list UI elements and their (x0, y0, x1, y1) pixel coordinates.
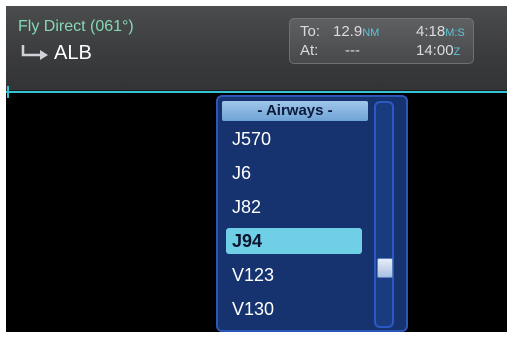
destination-waypoint[interactable]: ALB (54, 42, 92, 64)
distance-unit: NM (362, 27, 380, 39)
nav-info-box: To: 12.9NM 4:18M:S At: --- 14:00Z (289, 18, 474, 64)
time-value: 14:00 (416, 42, 454, 59)
ete-unit: M:S (445, 27, 465, 39)
nav-display: Fly Direct (061°) ALB To: 12.9NM 4:18M:S… (6, 6, 507, 332)
scrollbar-thumb[interactable] (377, 258, 393, 278)
course-line (6, 91, 507, 93)
fly-direct-header: Fly Direct (061°) ALB To: 12.9NM 4:18M:S… (6, 6, 507, 91)
airway-option-selected[interactable]: J94 (226, 228, 362, 254)
at-value: --- (345, 42, 360, 59)
ete-value-group: 4:18M:S (416, 23, 465, 42)
direct-to-arrow-icon (20, 44, 50, 62)
time-unit: Z (453, 46, 461, 58)
airway-option[interactable]: J570 (232, 126, 368, 152)
ete-value: 4:18 (416, 23, 446, 40)
fly-direct-title: Fly Direct (061°) (18, 18, 134, 35)
airway-option[interactable]: V130 (232, 296, 368, 322)
distance-value-group: 12.9NM (333, 23, 379, 42)
dropdown-scrollbar[interactable] (374, 101, 394, 328)
distance-row: To: 12.9NM 4:18M:S (300, 23, 470, 41)
airways-dropdown-header: - Airways - (222, 101, 368, 121)
distance-value: 12.9 (333, 23, 363, 40)
airway-option[interactable]: V123 (232, 262, 368, 288)
course-line-marker (7, 86, 9, 98)
at-label: At: (300, 42, 319, 59)
airway-option[interactable]: J6 (232, 160, 368, 186)
airway-option[interactable]: J82 (232, 194, 368, 220)
time-value-group: 14:00Z (416, 42, 460, 61)
to-label: To: (300, 23, 321, 40)
arrival-row: At: --- 14:00Z (300, 42, 470, 60)
airways-dropdown[interactable]: - Airways - J570 J6 J82 J94 V123 V130 (216, 95, 408, 332)
